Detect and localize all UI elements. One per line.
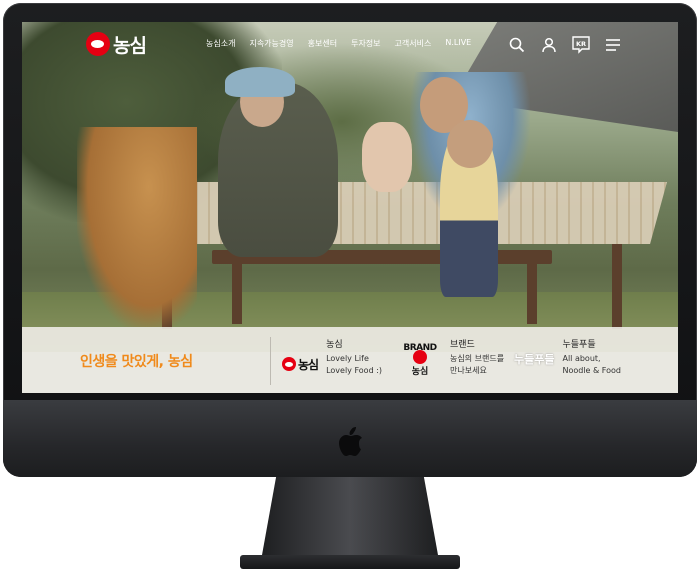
monitor-stand (262, 477, 438, 555)
quick-links-band: 인생을 맛있게, 농심 농심 농심 Lovely Life Lovely Foo… (22, 327, 678, 393)
nav-item-about[interactable]: 농심소개 (206, 38, 235, 49)
nav-item-customer-service[interactable]: 고객서비스 (395, 38, 432, 49)
nongshim-mark-icon (282, 357, 296, 371)
language-button[interactable]: KR (570, 34, 592, 56)
noodle-logo: 누들푸들 (514, 353, 555, 366)
language-label: KR (576, 40, 586, 48)
quick-link-title: 누들푸들 (562, 340, 596, 350)
nav-item-sustainability[interactable]: 지속가능경영 (249, 38, 293, 49)
site-header: 농심 농심소개 지속가능경영 홍보센터 투자정보 고객서비스 N.LIVE KR (22, 22, 678, 68)
monitor-foot (240, 555, 460, 569)
nongshim-logo-mark-icon (86, 32, 110, 56)
girl-figure (362, 122, 412, 192)
menu-icon[interactable] (602, 34, 624, 56)
quick-link-title: 농심 (326, 340, 343, 350)
nongshim-small-logo: 농심 (282, 351, 319, 377)
quick-link-noodle[interactable]: 누들푸들 누들푸들 All about, Noodle & Food (514, 339, 621, 377)
nongshim-logo[interactable]: 농심 (86, 32, 147, 57)
logo-text: 농심 (113, 34, 147, 57)
slogan: 인생을 맛있게, 농심 (80, 354, 193, 370)
nav-item-nlive[interactable]: N.LIVE (445, 38, 471, 49)
header-icons: KR (506, 34, 624, 56)
imac-mockup: 농심 농심소개 지속가능경영 홍보센터 투자정보 고객서비스 N.LIVE KR (0, 0, 700, 579)
website-screen: 농심 농심소개 지속가능경영 홍보센터 투자정보 고객서비스 N.LIVE KR (22, 22, 678, 393)
user-icon[interactable] (538, 34, 560, 56)
apple-logo-icon (339, 427, 362, 456)
dog-figure (77, 127, 197, 327)
quick-link-title: 브랜드 (450, 340, 475, 350)
band-divider (270, 337, 271, 385)
main-nav: 농심소개 지속가능경영 홍보센터 투자정보 고객서비스 N.LIVE (206, 38, 471, 49)
search-icon[interactable] (506, 34, 528, 56)
quick-link-nongshim[interactable]: 농심 농심 Lovely Life Lovely Food :) (282, 339, 382, 377)
quick-link-brand[interactable]: BRAND 농심 브랜드 농심의 브랜드를 만나보세요 (398, 339, 504, 377)
nav-item-investors[interactable]: 투자정보 (351, 38, 380, 49)
nav-item-pr-center[interactable]: 홍보센터 (308, 38, 337, 49)
brand-logo: BRAND 농심 (403, 343, 437, 377)
